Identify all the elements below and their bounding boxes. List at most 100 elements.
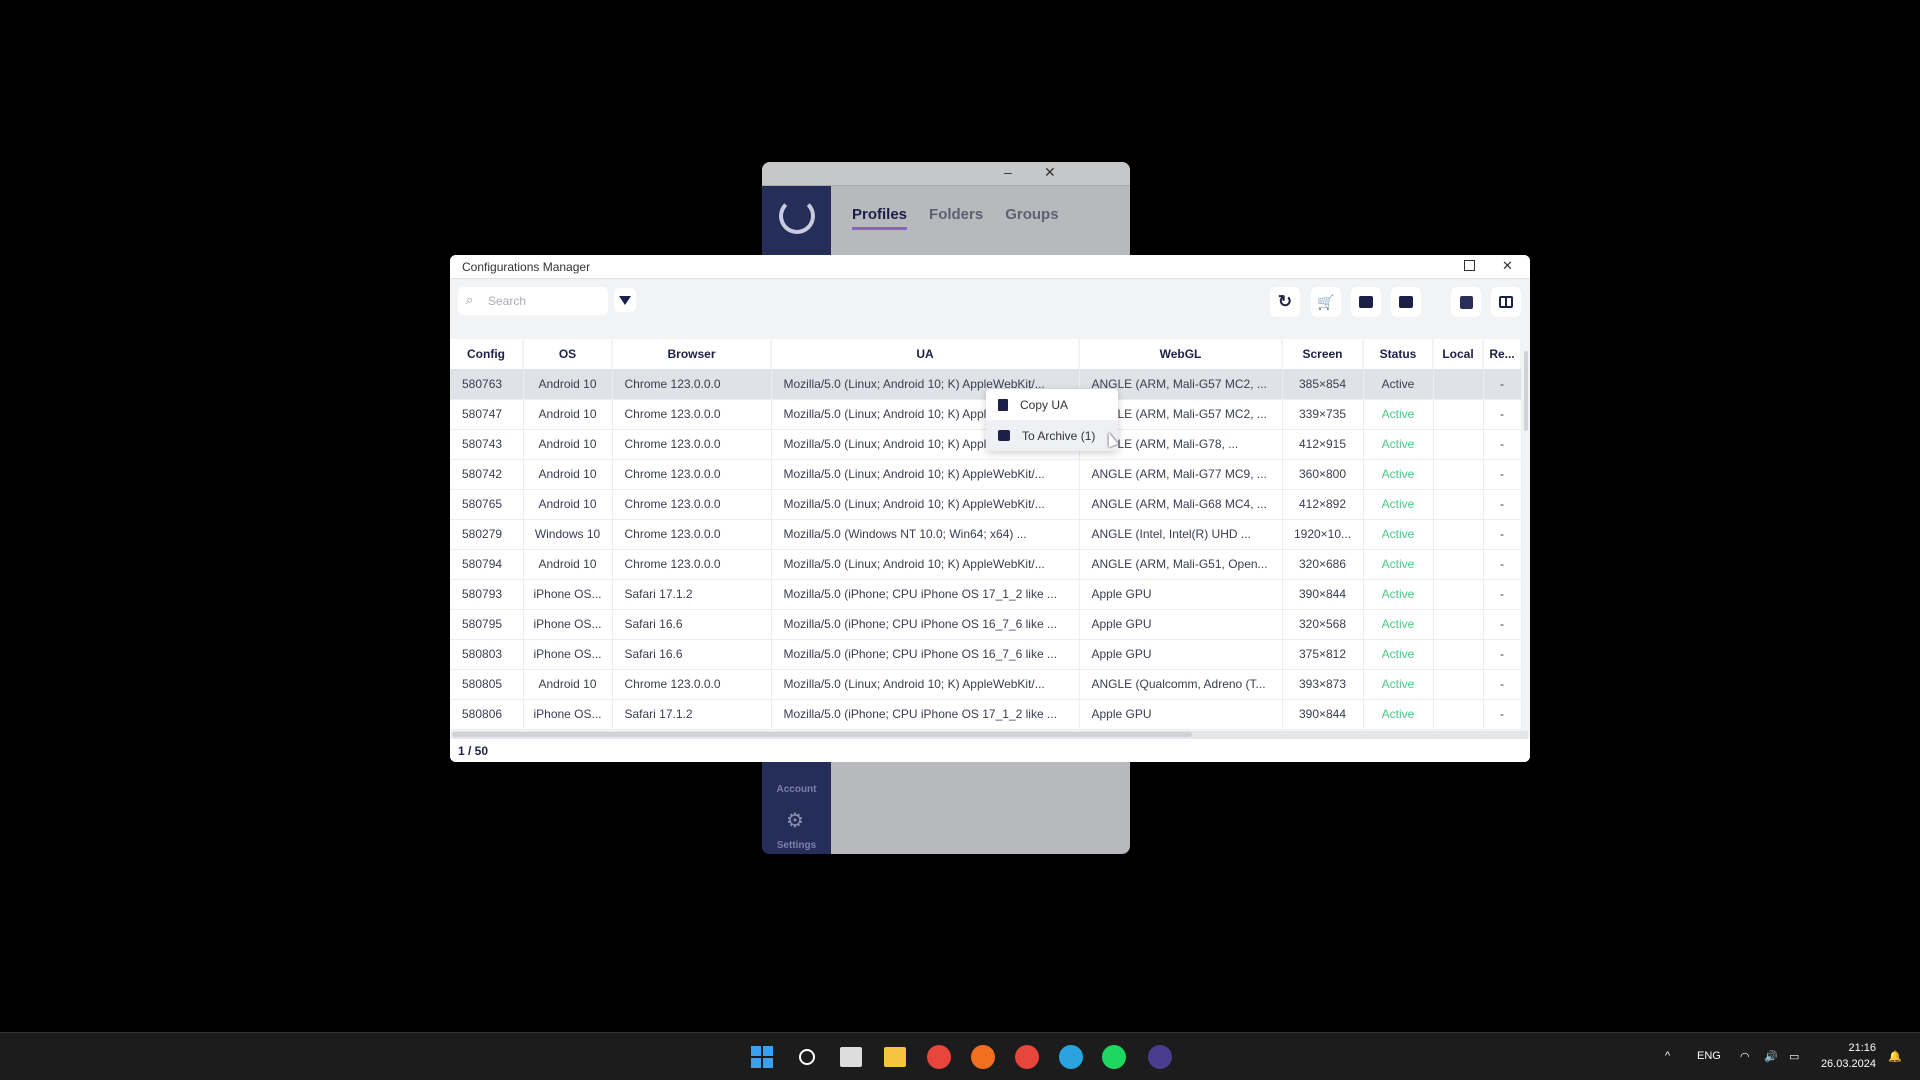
volume-icon[interactable]: 🔊 [1764, 1050, 1778, 1063]
cell-re: - [1483, 519, 1522, 550]
cell-webgl: ANGLE (Qualcomm, Adreno (T... [1079, 669, 1283, 700]
cell-re: - [1483, 369, 1522, 400]
cell-status: Active [1363, 669, 1434, 700]
cell-ua: Mozilla/5.0 (iPhone; CPU iPhone OS 16_7_… [771, 609, 1080, 640]
start-icon[interactable] [746, 1041, 778, 1073]
chrome-glyph [927, 1045, 951, 1069]
wifi-icon[interactable]: ◠ [1740, 1050, 1750, 1063]
column-header[interactable]: UA [771, 339, 1080, 369]
close-icon[interactable]: ✕ [1044, 164, 1056, 181]
archive-up-icon [1399, 296, 1413, 308]
table-row[interactable]: 580803 iPhone OS... Safari 16.6 Mozilla/5.0… [450, 639, 1522, 670]
language-indicator[interactable]: ENG [1697, 1050, 1721, 1062]
column-header[interactable]: Config [450, 339, 524, 369]
column-header[interactable]: Browser [612, 339, 772, 369]
cell-webgl: Apple GPU [1079, 579, 1283, 610]
maximize-icon[interactable] [1464, 260, 1475, 271]
cell-browser: Chrome 123.0.0.0 [612, 459, 772, 490]
column-header[interactable]: WebGL [1079, 339, 1283, 369]
scrollbar-thumb[interactable] [452, 732, 1192, 737]
archive-button[interactable] [1351, 287, 1381, 317]
horizontal-scrollbar[interactable] [452, 731, 1528, 739]
telegram-icon[interactable] [1055, 1041, 1087, 1073]
cell-local [1433, 459, 1484, 490]
cell-config: 580805 [450, 669, 524, 700]
cell-ua: Mozilla/5.0 (Linux; Android 10; K) Apple… [771, 459, 1080, 490]
notification-icon[interactable]: 🔔 [1888, 1050, 1902, 1063]
table-row[interactable]: 580742 Android 10 Chrome 123.0.0.0 Mozilla/… [450, 459, 1522, 490]
cell-os: Android 10 [523, 399, 613, 430]
cell-config: 580793 [450, 579, 524, 610]
table-row[interactable]: 580806 iPhone OS... Safari 17.1.2 Mozilla/5… [450, 699, 1522, 730]
archive-icon [998, 430, 1010, 441]
menu-item-to-archive[interactable]: To Archive (1) [986, 420, 1118, 451]
table-row[interactable]: 580794 Android 10 Chrome 123.0.0.0 Mozilla/… [450, 549, 1522, 580]
cell-status: Active [1363, 549, 1434, 580]
cell-local [1433, 579, 1484, 610]
close-icon[interactable]: ✕ [1502, 258, 1513, 274]
refresh-button[interactable]: ↻ [1270, 287, 1300, 317]
vertical-scrollbar[interactable] [1524, 351, 1528, 431]
cell-ua: Mozilla/5.0 (Linux; Android 10; K) Apple… [771, 549, 1080, 580]
cell-status: Active [1363, 609, 1434, 640]
task-view-icon[interactable] [835, 1041, 867, 1073]
clock[interactable]: 21:16 26.03.2024 [1816, 1040, 1876, 1072]
refresh-icon: ↻ [1277, 292, 1293, 311]
table-row[interactable]: 580793 iPhone OS... Safari 17.1.2 Mozilla/5… [450, 579, 1522, 610]
tab-folders[interactable]: Folders [929, 206, 983, 230]
select-all-button[interactable] [1451, 287, 1481, 317]
cell-re: - [1483, 669, 1522, 700]
unarchive-button[interactable] [1391, 287, 1421, 317]
table-row[interactable]: 580765 Android 10 Chrome 123.0.0.0 Mozilla/… [450, 489, 1522, 520]
cell-screen: 390×844 [1282, 579, 1364, 610]
sidebar-settings[interactable]: Settings [762, 840, 831, 851]
cell-local [1433, 699, 1484, 730]
cell-re: - [1483, 639, 1522, 670]
chrome-profile-icon[interactable] [1011, 1041, 1043, 1073]
tab-groups[interactable]: Groups [1005, 206, 1058, 230]
search-input[interactable]: ⌕ Search [458, 287, 608, 315]
cell-screen: 360×800 [1282, 459, 1364, 490]
chrome-icon[interactable] [923, 1041, 955, 1073]
column-header[interactable]: Screen [1282, 339, 1364, 369]
battery-icon[interactable]: ▭ [1789, 1050, 1799, 1063]
spotify-icon[interactable] [1098, 1041, 1130, 1073]
cart-button[interactable]: 🛒 [1311, 287, 1341, 317]
column-header[interactable]: Re... [1483, 339, 1522, 369]
dialog-title: Configurations Manager [462, 260, 591, 274]
table-row[interactable]: 580805 Android 10 Chrome 123.0.0.0 Mozilla/… [450, 669, 1522, 700]
cell-local [1433, 519, 1484, 550]
tab-profiles[interactable]: Profiles [852, 206, 908, 230]
columns-button[interactable] [1491, 287, 1521, 317]
cell-os: iPhone OS... [523, 579, 613, 610]
start-glyph [751, 1046, 773, 1068]
cell-screen: 412×915 [1282, 429, 1364, 460]
column-header[interactable]: OS [523, 339, 613, 369]
filter-button[interactable] [614, 288, 636, 312]
cell-ua: Mozilla/5.0 (Windows NT 10.0; Win64; x64… [771, 519, 1080, 550]
cell-ua: Mozilla/5.0 (iPhone; CPU iPhone OS 16_7_… [771, 639, 1080, 670]
table-row[interactable]: 580279 Windows 10 Chrome 123.0.0.0 Mozilla/… [450, 519, 1522, 550]
tray-chevron-icon[interactable]: ^ [1665, 1050, 1670, 1062]
chrome-profile-glyph [1015, 1045, 1039, 1069]
minimize-icon[interactable]: – [1004, 164, 1012, 180]
firefox-icon[interactable] [967, 1041, 999, 1073]
telegram-glyph [1059, 1045, 1083, 1069]
column-header[interactable]: Local [1433, 339, 1484, 369]
cell-browser: Safari 17.1.2 [612, 579, 772, 610]
cell-os: Android 10 [523, 669, 613, 700]
menu-item-copy-ua[interactable]: Copy UA [986, 389, 1118, 420]
sidebar-account[interactable]: Account [762, 784, 831, 795]
cell-re: - [1483, 429, 1522, 460]
cell-webgl: ANGLE (Intel, Intel(R) UHD ... [1079, 519, 1283, 550]
cell-re: - [1483, 489, 1522, 520]
search-icon[interactable] [791, 1041, 823, 1073]
cell-config: 580803 [450, 639, 524, 670]
file-explorer-icon[interactable] [879, 1041, 911, 1073]
cell-screen: 375×812 [1282, 639, 1364, 670]
column-header[interactable]: Status [1363, 339, 1434, 369]
configurations-manager-dialog: Configurations Manager ✕ ⌕ Search ↻ 🛒 Co… [450, 255, 1530, 762]
undetectable-icon[interactable] [1144, 1041, 1176, 1073]
cell-local [1433, 639, 1484, 670]
table-row[interactable]: 580795 iPhone OS... Safari 16.6 Mozilla/5.0… [450, 609, 1522, 640]
